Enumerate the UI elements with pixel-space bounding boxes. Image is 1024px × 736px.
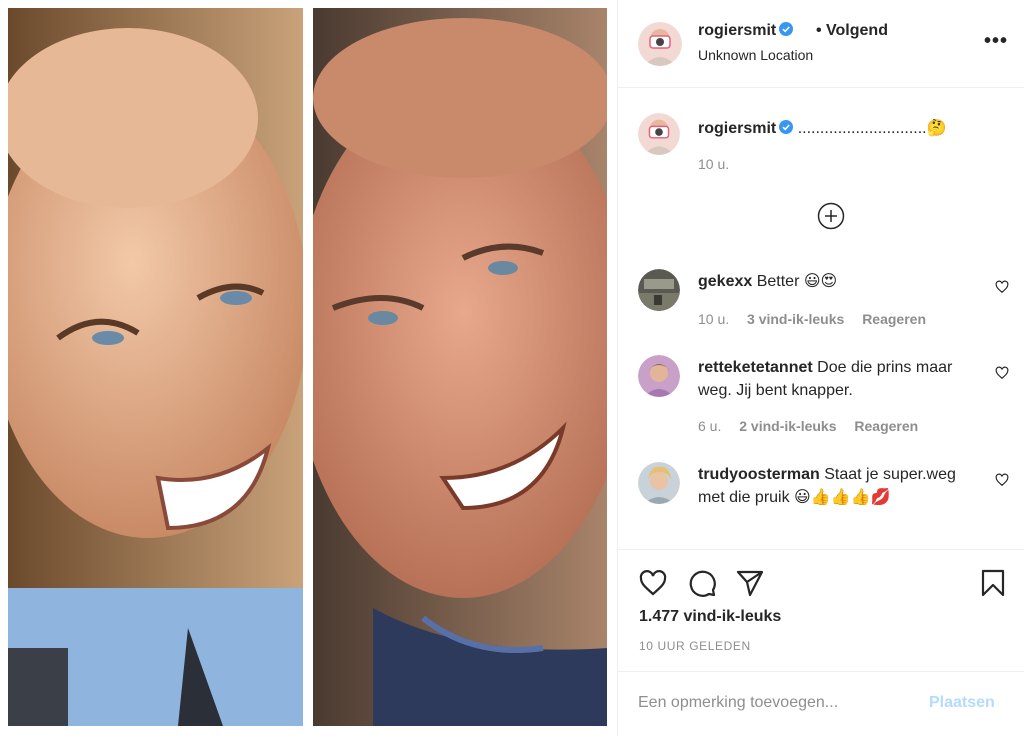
- comment-like-heart-icon[interactable]: [995, 280, 1009, 294]
- comment-like-heart-icon[interactable]: [995, 366, 1009, 380]
- comment-meta: 6 u. 2 vind-ik-leuks Reageren: [698, 418, 932, 434]
- post-actions: 1.477 vind-ik-leuks 10 UUR GELEDEN: [618, 549, 1024, 671]
- comment-time[interactable]: 10 u.: [698, 311, 729, 327]
- author-avatar[interactable]: [638, 22, 682, 66]
- comment-likes[interactable]: 2 vind-ik-leuks: [739, 418, 836, 434]
- comment-like-heart-icon[interactable]: [995, 473, 1009, 487]
- comment-time[interactable]: 6 u.: [698, 418, 721, 434]
- save-bookmark-icon[interactable]: [978, 568, 1008, 598]
- reply-button[interactable]: Reageren: [862, 311, 926, 327]
- comment-input[interactable]: [638, 692, 918, 714]
- verified-badge-icon: [779, 120, 794, 134]
- comment-bubble-icon[interactable]: [687, 568, 717, 598]
- caption-meta: 10 u.: [698, 156, 743, 172]
- share-paper-plane-icon[interactable]: [735, 568, 765, 598]
- caption-avatar[interactable]: [638, 113, 680, 155]
- comment-meta: 10 u. 3 vind-ik-leuks Reageren: [698, 311, 940, 327]
- post-media[interactable]: [0, 0, 616, 736]
- comment-text: Better 😃😍: [756, 273, 838, 290]
- author-username[interactable]: rogiersmit: [698, 22, 794, 40]
- caption-username[interactable]: rogiersmit: [698, 120, 776, 137]
- reply-button[interactable]: Reageren: [854, 418, 918, 434]
- load-more-comments-icon[interactable]: [817, 202, 845, 230]
- comment-likes[interactable]: 3 vind-ik-leuks: [747, 311, 844, 327]
- comment-username[interactable]: trudyoosterman: [698, 466, 820, 483]
- post-location[interactable]: Unknown Location: [698, 47, 813, 63]
- more-options-icon[interactable]: •••: [984, 31, 1008, 51]
- caption-text: .............................🤔: [797, 120, 947, 137]
- follow-status-button[interactable]: • Volgend: [816, 22, 888, 40]
- comment-avatar[interactable]: [638, 462, 680, 504]
- likes-count[interactable]: 1.477 vind-ik-leuks: [639, 608, 781, 626]
- caption-time[interactable]: 10 u.: [698, 156, 729, 172]
- add-comment-bar: Plaatsen: [618, 671, 1024, 736]
- comment-avatar[interactable]: [638, 355, 680, 397]
- post-comment-button[interactable]: Plaatsen: [929, 694, 995, 712]
- verified-badge-icon: [779, 22, 794, 36]
- post-header: rogiersmit • Volgend Unknown Location ••…: [618, 0, 1024, 88]
- comment-avatar[interactable]: [638, 269, 680, 311]
- photo-left-man-smiling: [8, 8, 303, 726]
- comment-username[interactable]: retteketetannet: [698, 359, 813, 376]
- post-side-panel: rogiersmit • Volgend Unknown Location ••…: [617, 0, 1024, 736]
- comments-list[interactable]: rogiersmit .............................…: [618, 89, 1024, 549]
- comment-username[interactable]: gekexx: [698, 273, 752, 290]
- photo-right-man-smiling: [313, 8, 607, 726]
- like-heart-icon[interactable]: [638, 568, 668, 598]
- post-timestamp[interactable]: 10 UUR GELEDEN: [639, 639, 751, 653]
